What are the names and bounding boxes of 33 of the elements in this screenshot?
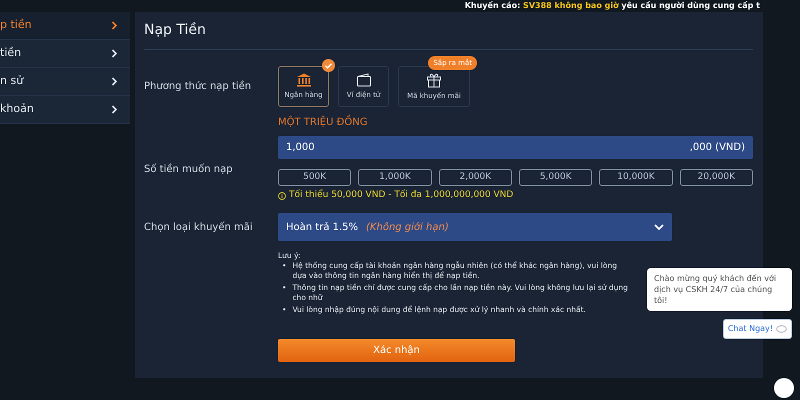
amount-preset-button[interactable]: 20,000K: [680, 168, 753, 186]
amount-preset-button[interactable]: 1,000K: [358, 168, 432, 186]
amount-in-words: MỘT TRIỆU ĐỒNG: [278, 114, 368, 130]
sidebar-item[interactable]: khoản: [0, 96, 130, 124]
chat-launcher-button[interactable]: [774, 378, 794, 398]
sidebar-item[interactable]: n sử: [0, 68, 130, 96]
field-label: Chọn loại khuyến mãi: [144, 220, 254, 235]
wallet-icon: [356, 72, 372, 87]
amount-preset-button[interactable]: 10,000K: [599, 168, 673, 186]
sidebar-item[interactable]: tiền: [0, 40, 130, 68]
chat-welcome-bubble: Chào mừng quý khách đến với dịch vụ CSKH 24/7 của chúng tôi!: [647, 268, 792, 311]
field-label: Số tiền muốn nạp: [144, 162, 234, 177]
chevron-down-icon: [654, 224, 664, 231]
warning-notice: Khuyến cáo: SV388 không bao giờ yêu cầu người dùng cung cấp t: [464, 0, 760, 12]
amount-input-field[interactable]: 1,000 ,000 (VND): [278, 136, 753, 159]
bank-icon: [296, 72, 312, 87]
checkmark-icon: [322, 58, 335, 72]
field-label: Phương thức nạp tiền: [144, 80, 252, 94]
amount-preset-button[interactable]: 2,000K: [438, 168, 512, 186]
page-title: Nạp Tiền: [144, 22, 207, 39]
amount-preset-button[interactable]: 5,000K: [518, 168, 592, 186]
gift-icon: [426, 72, 442, 88]
chevron-right-icon: [111, 77, 118, 86]
sidebar-item[interactable]: p tiền: [0, 12, 130, 40]
chevron-right-icon: [111, 21, 118, 30]
chevron-right-icon: [111, 105, 118, 114]
chat-now-button[interactable]: Chat Ngay!: [722, 319, 792, 339]
info-icon: [278, 192, 286, 200]
amount-preset-button[interactable]: 500K: [278, 168, 352, 186]
promotion-dropdown[interactable]: Hoàn trả 1.5% (Không giới hạn): [278, 213, 672, 242]
speech-bubble-icon: [776, 324, 787, 334]
chevron-right-icon: [111, 49, 118, 58]
limit-hint: Tối thiểu 50,000 VND - Tối đa 1,000,000,000 VND: [289, 188, 514, 202]
